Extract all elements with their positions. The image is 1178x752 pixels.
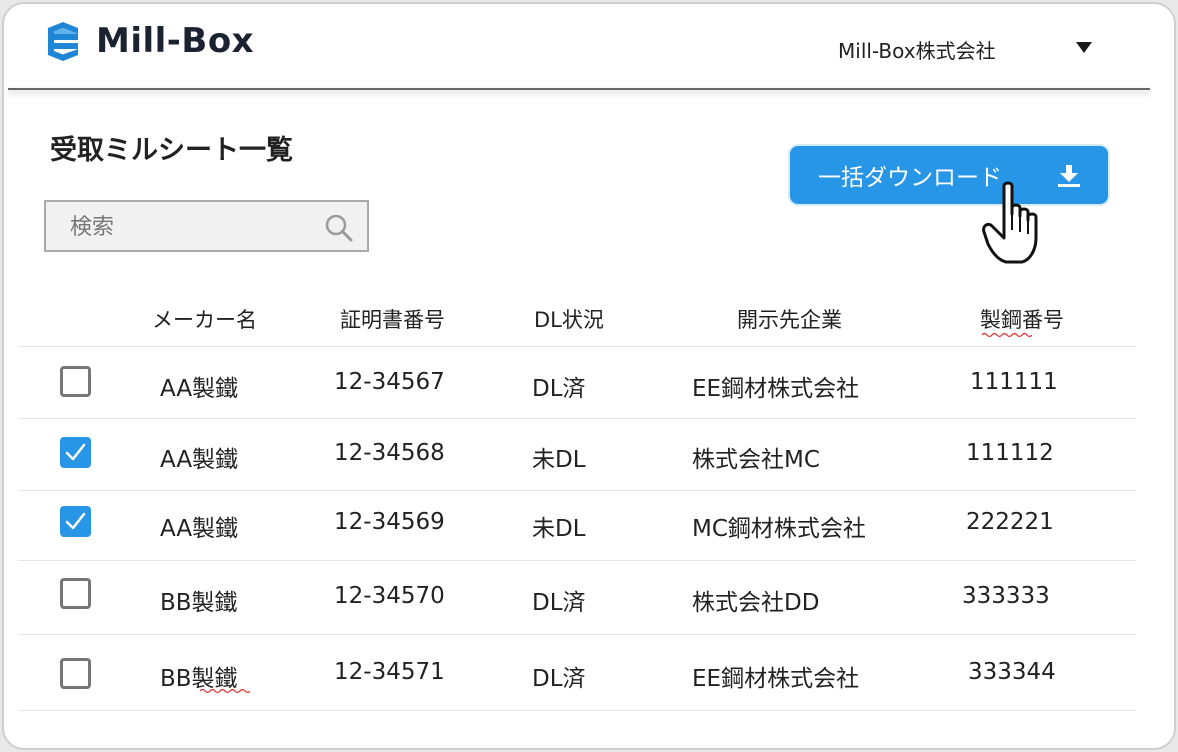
- cell-company: 株式会社DD: [692, 590, 820, 616]
- cell-steel-no: 111111: [970, 369, 1058, 395]
- search-box[interactable]: [44, 200, 369, 252]
- page-title: 受取ミルシート一覧: [50, 135, 293, 166]
- column-header-cert-no[interactable]: 証明書番号: [340, 304, 445, 334]
- column-header-maker[interactable]: メーカー名: [152, 304, 257, 334]
- top-header: Mill-Box Mill-Box株式会社: [4, 4, 1174, 88]
- cell-steel-no: 333344: [968, 659, 1056, 685]
- row-checkbox[interactable]: [60, 658, 91, 689]
- company-name[interactable]: Mill-Box株式会社: [838, 35, 996, 64]
- bulk-download-button[interactable]: 一括ダウンロード: [790, 146, 1108, 204]
- table-divider: [18, 710, 1136, 711]
- hand-pointer-icon: [982, 181, 1038, 264]
- cell-cert-no: 12-34568: [334, 440, 445, 466]
- logo-text: Mill-Box: [96, 21, 255, 61]
- search-input[interactable]: [70, 212, 310, 242]
- column-header-company[interactable]: 開示先企業: [737, 304, 842, 334]
- column-header-dl-status[interactable]: DL状況: [534, 304, 604, 334]
- row-checkbox[interactable]: [60, 366, 91, 397]
- checkmark-icon: [65, 443, 86, 461]
- cell-company: EE鋼材株式会社: [692, 376, 860, 402]
- cell-company: 株式会社MC: [692, 447, 820, 473]
- row-checkbox[interactable]: [60, 437, 91, 468]
- cell-steel-no: 111112: [966, 440, 1054, 466]
- caret-down-icon[interactable]: [1072, 38, 1096, 56]
- spellcheck-underline: [200, 688, 250, 694]
- header-divider: [8, 88, 1150, 90]
- table-divider: [18, 490, 1136, 491]
- download-icon: [1058, 165, 1080, 187]
- cell-cert-no: 12-34571: [334, 659, 445, 685]
- spellcheck-underline: [982, 332, 1032, 338]
- cell-maker: AA製鐵: [160, 376, 239, 402]
- cell-cert-no: 12-34567: [334, 369, 445, 395]
- cell-dl-status: DL済: [532, 376, 586, 402]
- cell-maker: BB製鐵: [160, 590, 238, 616]
- cell-dl-status: 未DL: [532, 447, 586, 473]
- app-window: Mill-Box Mill-Box株式会社 受取ミルシート一覧 一括ダウンロード…: [2, 2, 1176, 750]
- cell-dl-status: DL済: [532, 590, 586, 616]
- bulk-download-label: 一括ダウンロード: [818, 165, 1002, 191]
- logo-icon: [48, 22, 78, 61]
- table-divider: [18, 418, 1136, 419]
- cell-dl-status: 未DL: [532, 516, 586, 542]
- cell-cert-no: 12-34570: [334, 583, 445, 609]
- cell-maker: AA製鐵: [160, 516, 239, 542]
- cell-maker: AA製鐵: [160, 447, 239, 473]
- cell-company: EE鋼材株式会社: [692, 666, 860, 692]
- row-checkbox[interactable]: [60, 506, 91, 537]
- checkmark-icon: [65, 512, 86, 530]
- table-divider: [18, 346, 1136, 347]
- column-header-steel-no[interactable]: 製鋼番号: [980, 304, 1064, 334]
- search-icon[interactable]: [324, 213, 354, 243]
- cell-dl-status: DL済: [532, 666, 586, 692]
- table-divider: [18, 560, 1136, 561]
- logo[interactable]: Mill-Box: [42, 20, 254, 62]
- table-divider: [18, 634, 1136, 635]
- cell-steel-no: 222221: [966, 509, 1054, 535]
- cell-company: MC鋼材株式会社: [692, 516, 866, 542]
- row-checkbox[interactable]: [60, 578, 91, 609]
- cell-cert-no: 12-34569: [334, 509, 445, 535]
- cell-steel-no: 333333: [962, 583, 1050, 609]
